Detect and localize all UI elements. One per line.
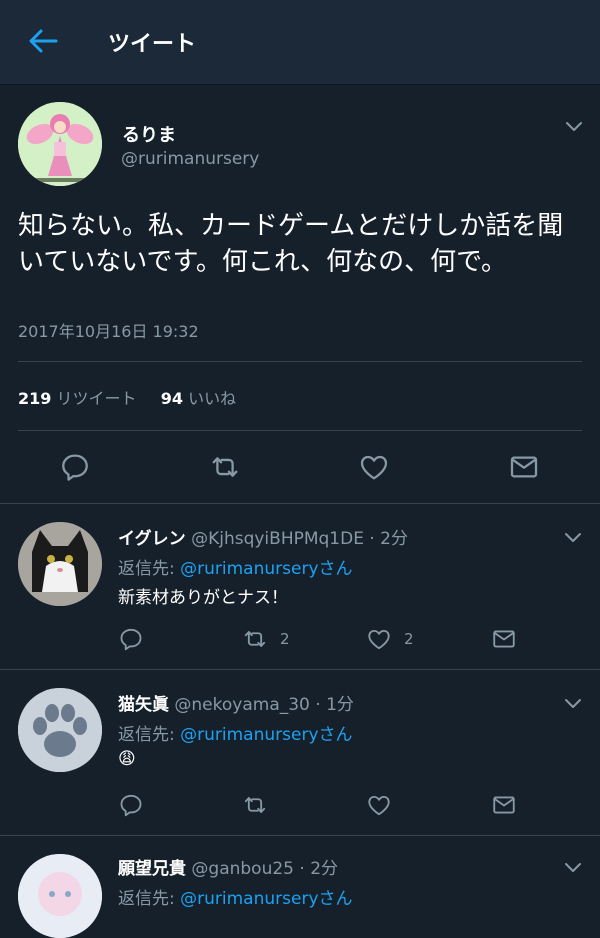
main-tweet: るりま @rurimanursery 知らない。私、カードゲームとだけしか話を聞… <box>0 85 600 504</box>
page-title: ツイート <box>108 32 197 57</box>
reply-button[interactable] <box>118 625 144 653</box>
direct-message-button[interactable] <box>491 791 517 819</box>
avatar[interactable] <box>18 522 102 606</box>
reply-header: イグレン @KjhsqyiBHPMq1DE · 2分 <box>118 524 408 549</box>
reply-author-name[interactable]: 願望兄貴 <box>118 859 186 879</box>
reply-to-line: 返信先: @rurimanurseryさん <box>118 720 353 745</box>
reply-author-handle[interactable]: @nekoyama_30 <box>174 695 309 715</box>
like-label[interactable]: いいね <box>188 389 236 408</box>
reply-to-link[interactable]: @rurimanurseryさん <box>180 559 352 579</box>
retweet-icon <box>242 792 268 818</box>
reply-to-prefix: 返信先: <box>118 889 181 909</box>
direct-message-icon <box>491 792 517 818</box>
tweet-stats: 219 リツイート 94 いいね <box>18 385 236 409</box>
divider <box>18 361 582 362</box>
like-button[interactable]: 2 <box>366 625 414 653</box>
direct-message-icon[interactable] <box>508 451 540 483</box>
reply-text: 😩 <box>118 749 136 769</box>
reply-time: · 2分 <box>369 529 408 549</box>
reply-author-name[interactable]: 猫矢眞 <box>118 695 169 715</box>
reply-text: 新素材ありがとナス！ <box>118 588 288 608</box>
reply-time: · 2分 <box>299 859 339 879</box>
like-button[interactable] <box>366 791 392 819</box>
retweet-icon <box>242 626 268 652</box>
reply-to-link[interactable]: @rurimanurseryさん <box>180 725 352 745</box>
chevron-down-icon[interactable] <box>564 698 582 710</box>
reply-button[interactable] <box>118 791 144 819</box>
direct-message-icon <box>491 626 517 652</box>
retweet-icon[interactable] <box>209 451 241 483</box>
direct-message-button[interactable] <box>491 625 517 653</box>
reply-tweet[interactable]: イグレン @KjhsqyiBHPMq1DE · 2分 返信先: @ruriman… <box>0 504 600 670</box>
divider <box>18 430 582 431</box>
retweet-count[interactable]: 219 <box>18 389 51 408</box>
reply-author-name[interactable]: イグレン <box>118 529 186 549</box>
reply-icon <box>118 792 144 818</box>
reply-tweet[interactable]: 願望兄貴 @ganbou25 · 2分 返信先: @rurimanurseryさ… <box>0 836 600 938</box>
tweet-timestamp: 2017年10月16日 19:32 <box>18 322 199 341</box>
reply-author-handle[interactable]: @KjhsqyiBHPMq1DE <box>191 529 364 549</box>
tweet-author-handle[interactable]: @rurimanursery <box>121 149 259 169</box>
chevron-down-icon[interactable] <box>565 121 583 133</box>
retweet-button[interactable] <box>242 791 268 819</box>
tweet-author-name[interactable]: るりま <box>122 121 176 147</box>
reply-to-line: 返信先: @rurimanurseryさん <box>118 554 353 579</box>
reply-tweet[interactable]: 猫矢眞 @nekoyama_30 · 1分 返信先: @rurimanurser… <box>0 670 600 836</box>
like-icon <box>366 626 392 652</box>
retweet-label[interactable]: リツイート <box>57 389 137 408</box>
reply-time: · 1分 <box>315 695 354 715</box>
back-arrow-icon[interactable] <box>26 26 60 56</box>
reply-icon[interactable] <box>59 451 91 483</box>
reply-header: 願望兄貴 @ganbou25 · 2分 <box>118 854 338 879</box>
like-count: 2 <box>404 630 414 648</box>
reply-to-line: 返信先: @rurimanurseryさん <box>118 884 353 909</box>
avatar[interactable] <box>18 688 102 772</box>
reply-author-handle[interactable]: @ganbou25 <box>191 859 294 879</box>
retweet-button[interactable]: 2 <box>242 625 290 653</box>
reply-icon <box>118 626 144 652</box>
retweet-count: 2 <box>280 630 290 648</box>
like-icon[interactable] <box>358 451 390 483</box>
reply-to-link[interactable]: @rurimanurseryさん <box>180 889 352 909</box>
chevron-down-icon[interactable] <box>564 862 582 874</box>
like-count[interactable]: 94 <box>161 389 183 408</box>
tweet-text: 知らない。私、カードゲームとだけしか話を聞いていないです。何これ、何なの、何で。 <box>18 211 564 277</box>
avatar[interactable] <box>18 854 102 938</box>
reply-to-prefix: 返信先: <box>118 725 181 745</box>
top-bar: ツイート <box>0 0 600 85</box>
avatar[interactable] <box>18 102 102 186</box>
reply-header: 猫矢眞 @nekoyama_30 · 1分 <box>118 690 354 715</box>
reply-to-prefix: 返信先: <box>118 559 181 579</box>
like-icon <box>366 792 392 818</box>
chevron-down-icon[interactable] <box>564 532 582 544</box>
